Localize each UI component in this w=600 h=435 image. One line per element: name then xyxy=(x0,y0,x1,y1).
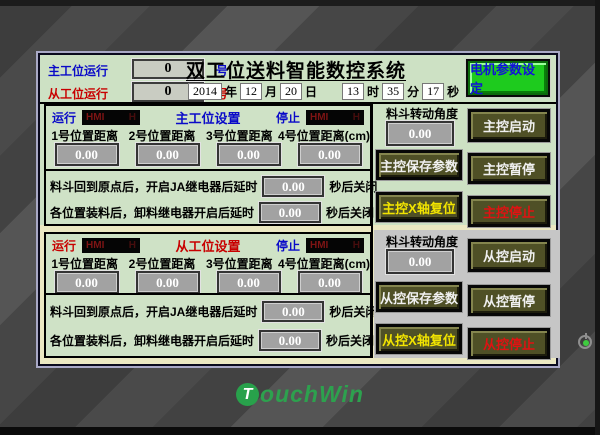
slave-save-params-button[interactable]: 从控保存参数 xyxy=(376,282,462,312)
position-value-input[interactable]: 0.00 xyxy=(55,271,119,294)
position-value-input[interactable]: 0.00 xyxy=(217,143,281,166)
delay-text: 各位置装料后，卸料继电器开启后延时 xyxy=(50,204,254,221)
date-day-display: 20 xyxy=(280,83,302,100)
time-sec-display: 17 xyxy=(422,83,444,100)
delay-value-input[interactable]: 0.00 xyxy=(259,202,321,223)
main-stop-lamp: HMIH xyxy=(306,110,364,125)
main-angle-value-input[interactable]: 0.00 xyxy=(386,121,454,146)
slave-start-button[interactable]: 从控启动 xyxy=(468,239,550,272)
main-stop-button[interactable]: 主控停止 xyxy=(468,196,550,227)
date-month-label: 月 xyxy=(265,83,277,100)
main-panel: 主工位运行 0 号 从工位运行 0 号 双工位送料智能数控系统 2014 年 1… xyxy=(38,53,558,366)
main-stop-state-label: 停止 xyxy=(276,109,300,126)
time-min-label: 分 xyxy=(407,83,419,100)
main-section-title: 主工位设置 xyxy=(146,108,270,127)
position-value-input[interactable]: 0.00 xyxy=(298,271,362,294)
delay-suffix: 秒后关闭 xyxy=(326,332,374,349)
delay-text: 料斗回到原点后，开启JA继电器后延时 xyxy=(50,303,257,320)
slave-pause-button[interactable]: 从控暂停 xyxy=(468,285,550,316)
slave-run-lamp: HMIH xyxy=(82,238,140,253)
main-run-state-label: 运行 xyxy=(52,109,76,126)
slave-stop-state-label: 停止 xyxy=(276,237,300,254)
slave-section-title: 从工位设置 xyxy=(146,236,270,255)
slave-stop-button[interactable]: 从控停止 xyxy=(468,328,550,359)
position-label: 4号位置距离(cm) xyxy=(278,127,370,144)
delay-value-input[interactable]: 0.00 xyxy=(259,330,321,351)
main-control-area: 料斗转动角度 0.00 主控保存参数 主控X轴复位 主控启动 主控暂停 主控停止 xyxy=(374,102,560,225)
position-label: 3号位置距离 xyxy=(201,255,278,272)
main-delay-row-1: 料斗回到原点后，开启JA继电器后延时 0.00 秒后关闭 xyxy=(50,176,377,197)
slave-position-values: 0.00 0.00 0.00 0.00 xyxy=(46,271,370,294)
time-sec-label: 秒 xyxy=(447,83,459,100)
slave-run-state-label: 运行 xyxy=(52,237,76,254)
touchwin-logo-mark: T xyxy=(236,383,259,406)
position-value-input[interactable]: 0.00 xyxy=(136,271,200,294)
main-angle-label: 料斗转动角度 xyxy=(374,105,470,122)
position-label: 2号位置距离 xyxy=(123,127,200,144)
motor-param-button[interactable]: 电机参数设定 xyxy=(468,61,548,95)
time-min-display: 35 xyxy=(382,83,404,100)
position-label: 1号位置距离 xyxy=(46,127,123,144)
position-value-input[interactable]: 0.00 xyxy=(217,271,281,294)
hmi-screen: 主工位运行 0 号 从工位运行 0 号 双工位送料智能数控系统 2014 年 1… xyxy=(0,0,600,435)
main-start-button[interactable]: 主控启动 xyxy=(468,109,550,142)
main-box-divider xyxy=(46,169,370,171)
main-x-axis-reset-button[interactable]: 主控X轴复位 xyxy=(376,192,462,222)
power-stub xyxy=(585,333,587,339)
main-station-settings-box: 运行 HMIH 主工位设置 停止 HMIH 1号位置距离 2号位置距离 3号位置… xyxy=(44,104,372,226)
delay-value-input[interactable]: 0.00 xyxy=(262,176,324,197)
power-status-dot xyxy=(583,340,589,346)
slave-position-labels: 1号位置距离 2号位置距离 3号位置距离 4号位置距离(cm) xyxy=(46,255,370,272)
power-icon[interactable] xyxy=(578,333,594,349)
header: 主工位运行 0 号 从工位运行 0 号 双工位送料智能数控系统 2014 年 1… xyxy=(40,55,556,102)
date-day-label: 日 xyxy=(305,83,317,100)
main-position-labels: 1号位置距离 2号位置距离 3号位置距离 4号位置距离(cm) xyxy=(46,127,370,144)
slave-box-divider xyxy=(46,293,370,295)
slave-section-head: 运行 HMIH 从工位设置 停止 HMIH xyxy=(46,236,370,255)
slave-run-label: 从工位运行 xyxy=(48,85,108,102)
date-year-label: 年 xyxy=(225,83,237,100)
main-section-head: 运行 HMIH 主工位设置 停止 HMIH xyxy=(46,108,370,127)
touchwin-logo-text: ouchWin xyxy=(260,381,364,408)
bezel-bottom xyxy=(0,427,600,435)
position-value-input[interactable]: 0.00 xyxy=(55,143,119,166)
slave-station-settings-box: 运行 HMIH 从工位设置 停止 HMIH 1号位置距离 2号位置距离 3号位置… xyxy=(44,232,372,358)
delay-suffix: 秒后关闭 xyxy=(329,303,377,320)
bezel-right xyxy=(595,0,600,435)
main-delay-row-2: 各位置装料后，卸料继电器开启后延时 0.00 秒后关闭 xyxy=(50,202,374,223)
delay-text: 料斗回到原点后，开启JA继电器后延时 xyxy=(50,178,257,195)
delay-text: 各位置装料后，卸料继电器开启后延时 xyxy=(50,332,254,349)
position-label: 3号位置距离 xyxy=(201,127,278,144)
slave-x-axis-reset-button[interactable]: 从控X轴复位 xyxy=(376,324,462,354)
delay-suffix: 秒后关闭 xyxy=(326,204,374,221)
delay-suffix: 秒后关闭 xyxy=(329,178,377,195)
slave-delay-row-2: 各位置装料后，卸料继电器开启后延时 0.00 秒后关闭 xyxy=(50,330,374,351)
touchwin-logo: T ouchWin xyxy=(0,381,600,408)
main-run-lamp: HMIH xyxy=(82,110,140,125)
slave-control-area: 料斗转动角度 0.00 从控保存参数 从控X轴复位 从控启动 从控暂停 从控停止 xyxy=(374,230,560,358)
main-run-label: 主工位运行 xyxy=(48,62,108,79)
slave-stop-lamp: HMIH xyxy=(306,238,364,253)
date-month-display: 12 xyxy=(240,83,262,100)
bezel-top xyxy=(0,0,600,6)
datetime-row: 2014 年 12 月 20 日 13 时 35 分 17 秒 xyxy=(188,83,459,100)
position-value-input[interactable]: 0.00 xyxy=(136,143,200,166)
position-label: 4号位置距离(cm) xyxy=(278,255,370,272)
main-pause-button[interactable]: 主控暂停 xyxy=(468,153,550,184)
page-title: 双工位送料智能数控系统 xyxy=(186,56,406,83)
slave-angle-label: 料斗转动角度 xyxy=(374,233,470,250)
position-label: 2号位置距离 xyxy=(123,255,200,272)
slave-angle-value-input[interactable]: 0.00 xyxy=(386,249,454,274)
main-position-values: 0.00 0.00 0.00 0.00 xyxy=(46,143,370,166)
time-hour-display: 13 xyxy=(342,83,364,100)
position-label: 1号位置距离 xyxy=(46,255,123,272)
position-value-input[interactable]: 0.00 xyxy=(298,143,362,166)
slave-delay-row-1: 料斗回到原点后，开启JA继电器后延时 0.00 秒后关闭 xyxy=(50,301,377,322)
main-save-params-button[interactable]: 主控保存参数 xyxy=(376,150,462,180)
time-hour-label: 时 xyxy=(367,83,379,100)
date-year-display: 2014 xyxy=(188,83,222,100)
delay-value-input[interactable]: 0.00 xyxy=(262,301,324,322)
